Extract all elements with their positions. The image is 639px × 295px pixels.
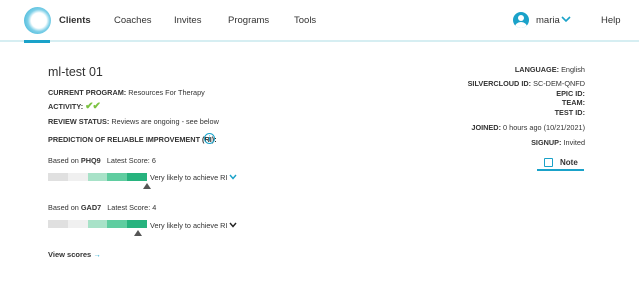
top-navigation: Clients Coaches Invites Programs Tools m… [0, 0, 639, 43]
signup-row: SIGNUP: Invited [531, 138, 585, 147]
client-title: ml-test 01 [48, 65, 103, 79]
prediction-label: PREDICTION OF RELIABLE IMPROVEMENT (RI): [48, 135, 217, 144]
arrow-right-icon: → [93, 250, 101, 259]
current-program-value: Resources For Therapy [128, 88, 205, 97]
score-header-gad7: Based on GAD7 Latest Score: 4 [48, 203, 156, 212]
bar-segment [48, 173, 68, 181]
expand-chevron-down-icon[interactable] [229, 174, 237, 180]
score-header-phq9: Based on PHQ9 Latest Score: 6 [48, 156, 156, 165]
test-id-label: TEST ID: [554, 108, 585, 117]
team-row: TEAM: [562, 98, 585, 107]
joined-row: JOINED: 0 hours ago (10/21/2021) [471, 123, 585, 132]
epic-id-row: EPIC ID: [556, 89, 585, 98]
bar-segment [67, 173, 88, 181]
expand-chevron-down-icon[interactable] [229, 222, 237, 228]
joined-value: 0 hours ago (10/21/2021) [503, 123, 585, 132]
review-status-label: REVIEW STATUS: [48, 117, 110, 126]
note-icon [544, 158, 553, 167]
latest-score-value: 4 [152, 203, 157, 212]
team-label: TEAM: [561, 98, 585, 107]
measure-name: PHQ9 [80, 156, 101, 165]
bar-segment [48, 220, 68, 228]
bar-segment [107, 173, 128, 181]
user-menu-name[interactable]: maria [536, 15, 560, 26]
bar-segment [87, 220, 108, 228]
bar-segment [87, 173, 108, 181]
bar-segment [127, 173, 147, 181]
bar-segment [107, 220, 128, 228]
likelihood-text: Very likely to achieve RI [150, 173, 228, 182]
activity-label: ACTIVITY: [48, 102, 84, 111]
latest-score-value: 6 [151, 156, 156, 165]
user-avatar-icon[interactable] [513, 12, 529, 28]
ri-likelihood-bar [48, 220, 147, 228]
current-program-row: CURRENT PROGRAM: Resources For Therapy [48, 88, 205, 97]
language-value: English [561, 65, 585, 74]
nav-clients[interactable]: Clients [59, 15, 91, 26]
review-status-row: REVIEW STATUS: Reviews are ongoing - see… [48, 117, 219, 126]
view-scores-label: View scores [48, 250, 92, 259]
review-status-value: Reviews are ongoing - see below [111, 117, 219, 126]
based-on-text: Based on [48, 156, 79, 165]
current-program-label: CURRENT PROGRAM: [48, 88, 127, 97]
bar-segment [127, 220, 147, 228]
silvercloud-id-row: SILVERCLOUD ID: SC-DEM-QNFD [468, 79, 585, 88]
score-marker-icon [134, 230, 142, 236]
nav-invites[interactable]: Invites [174, 15, 201, 26]
language-row: LANGUAGE: English [515, 65, 585, 74]
based-on-text: Based on [48, 203, 79, 212]
nav-coaches[interactable]: Coaches [114, 15, 152, 26]
activity-checkmarks-icon: ✔✔ [85, 101, 101, 112]
score-marker-icon [143, 183, 151, 189]
activity-row: ACTIVITY: ✔✔ [48, 101, 101, 112]
nav-tools[interactable]: Tools [294, 15, 316, 26]
note-button[interactable]: Note [537, 155, 584, 171]
note-button-label: Note [560, 158, 578, 167]
view-scores-link[interactable]: View scores → [48, 250, 101, 259]
ri-likelihood-bar [48, 173, 147, 181]
nav-programs[interactable]: Programs [228, 15, 269, 26]
help-link[interactable]: Help [601, 15, 621, 26]
silvercloud-id-value: SC-DEM-QNFD [533, 79, 585, 88]
epic-id-label: EPIC ID: [556, 89, 585, 98]
silvercloud-id-label: SILVERCLOUD ID: [467, 79, 532, 88]
app-logo[interactable] [24, 7, 51, 34]
signup-value: Invited [563, 138, 586, 147]
joined-label: JOINED: [471, 123, 502, 132]
latest-score-label: Latest Score: [107, 203, 151, 212]
info-icon[interactable]: i [204, 133, 215, 144]
latest-score-label: Latest Score: [106, 156, 150, 165]
user-menu-chevron-down-icon[interactable] [561, 15, 571, 23]
bar-segment [67, 220, 88, 228]
test-id-row: TEST ID: [555, 108, 585, 117]
language-label: LANGUAGE: [514, 65, 560, 74]
active-tab-indicator [24, 40, 50, 43]
measure-name: GAD7 [80, 203, 102, 212]
signup-label: SIGNUP: [531, 138, 562, 147]
likelihood-text: Very likely to achieve RI [150, 221, 228, 230]
prediction-row: PREDICTION OF RELIABLE IMPROVEMENT (RI): [48, 135, 217, 144]
